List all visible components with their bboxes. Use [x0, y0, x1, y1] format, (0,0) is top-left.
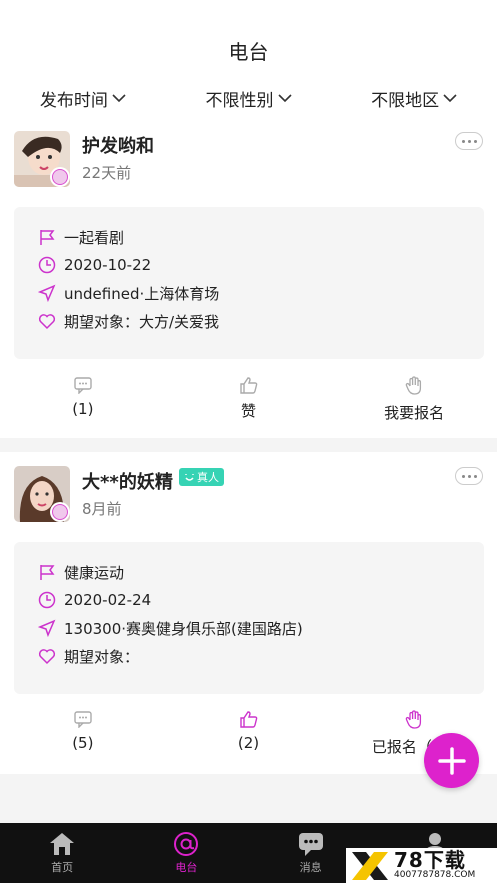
- page-title: 电台: [228, 40, 269, 64]
- raised-hand-icon: [405, 376, 422, 395]
- heart-icon: [38, 314, 56, 330]
- chevron-down-icon: [112, 94, 126, 103]
- tab-home[interactable]: 首页: [0, 823, 124, 883]
- post-author-name[interactable]: 大**的妖精: [82, 468, 173, 494]
- filter-publish-time[interactable]: 发布时间: [0, 76, 166, 120]
- avatar[interactable]: [14, 131, 70, 187]
- location-text: 130300·赛奥健身俱乐部(建国路店): [64, 619, 303, 638]
- tab-label: 首页: [51, 861, 74, 874]
- smile-icon: [185, 473, 194, 481]
- post-card: 大**的妖精 真人 8月前 健康运动 2020-02-24 130300·赛奥健…: [0, 452, 497, 774]
- flag-icon: [40, 230, 55, 245]
- detail-location: undefined·上海体育场: [38, 282, 219, 304]
- like-count: (2): [237, 734, 260, 752]
- clock-icon: [38, 256, 56, 274]
- top-header: 电台: [0, 0, 497, 76]
- post-actions: (5) (2) 已报名（1）: [0, 704, 497, 764]
- location-arrow-icon: [38, 284, 56, 302]
- comment-count: (5): [72, 734, 94, 752]
- watermark-logo: 78下载 4007787878.COM: [346, 848, 497, 883]
- detail-activity: 一起看剧: [38, 226, 124, 248]
- more-options-button[interactable]: [455, 467, 483, 485]
- heart-icon: [38, 649, 56, 665]
- date-text: 2020-02-24: [64, 591, 152, 609]
- watermark-url: 4007787878.COM: [394, 870, 476, 880]
- message-icon: [298, 833, 323, 856]
- post-author-name[interactable]: 护发哟和: [82, 132, 154, 158]
- activity-text: 健康运动: [64, 563, 125, 582]
- detail-date: 2020-02-24: [38, 589, 151, 611]
- filter-label: 不限地区: [371, 90, 440, 111]
- post-card: 护发哟和 22天前 一起看剧 2020-10-22 undefined·上海体育…: [0, 120, 497, 438]
- filter-label: 发布时间: [39, 90, 108, 111]
- thumbs-up-icon: [239, 711, 257, 728]
- more-options-button[interactable]: [455, 132, 483, 150]
- comment-count: (1): [72, 400, 94, 418]
- comment-icon: [74, 711, 92, 728]
- detail-expect: 期望对象：: [38, 645, 139, 667]
- avatar-badge-icon: [50, 502, 70, 522]
- avatar-badge-icon: [50, 167, 70, 187]
- activity-text: 一起看剧: [64, 228, 125, 247]
- add-post-button[interactable]: [424, 733, 479, 788]
- comment-icon: [74, 377, 92, 394]
- raised-hand-icon: [405, 710, 422, 729]
- filter-bar: 发布时间 不限性别 不限地区: [0, 76, 497, 120]
- detail-date: 2020-10-22: [38, 254, 151, 276]
- tab-radio[interactable]: 电台: [124, 823, 248, 883]
- flag-icon: [40, 565, 55, 580]
- post-time-ago: 8月前: [82, 500, 122, 518]
- filter-gender[interactable]: 不限性别: [166, 76, 332, 120]
- location-arrow-icon: [38, 619, 56, 637]
- filter-label: 不限性别: [205, 90, 274, 111]
- like-label: 赞: [241, 402, 257, 420]
- signup-label: 我要报名: [384, 404, 445, 422]
- watermark-x-icon: [352, 851, 388, 880]
- tab-label: 消息: [299, 861, 322, 874]
- filter-region[interactable]: 不限地区: [331, 76, 497, 120]
- watermark-title: 78下载: [394, 848, 466, 872]
- comment-button[interactable]: (5): [0, 704, 166, 764]
- expect-text: 期望对象：: [64, 647, 140, 666]
- date-text: 2020-10-22: [64, 256, 152, 274]
- plus-icon: [437, 746, 466, 775]
- chevron-down-icon: [443, 94, 457, 103]
- post-time-ago: 22天前: [82, 164, 132, 182]
- post-actions: (1) 赞 我要报名: [0, 370, 497, 430]
- radio-at-icon: [174, 832, 199, 856]
- chevron-down-icon: [277, 94, 292, 103]
- like-button[interactable]: (2): [166, 704, 332, 764]
- avatar[interactable]: [14, 466, 70, 522]
- comment-button[interactable]: (1): [0, 370, 166, 430]
- verified-badge: 真人: [179, 468, 224, 486]
- verified-label: 真人: [197, 471, 219, 484]
- clock-icon: [38, 591, 56, 609]
- post-details: 一起看剧 2020-10-22 undefined·上海体育场 期望对象：大方/…: [14, 207, 484, 359]
- detail-activity: 健康运动: [38, 561, 124, 583]
- detail-expect: 期望对象：大方/关爱我: [38, 310, 219, 332]
- home-icon: [50, 833, 75, 855]
- location-text: undefined·上海体育场: [64, 284, 220, 303]
- signup-button[interactable]: 我要报名: [331, 370, 497, 430]
- detail-location: 130300·赛奥健身俱乐部(建国路店): [38, 617, 303, 639]
- tab-label: 电台: [175, 861, 198, 874]
- expect-text: 期望对象：大方/关爱我: [64, 312, 220, 331]
- like-button[interactable]: 赞: [166, 370, 332, 430]
- post-details: 健康运动 2020-02-24 130300·赛奥健身俱乐部(建国路店) 期望对…: [14, 542, 484, 694]
- thumbs-up-icon: [239, 377, 257, 394]
